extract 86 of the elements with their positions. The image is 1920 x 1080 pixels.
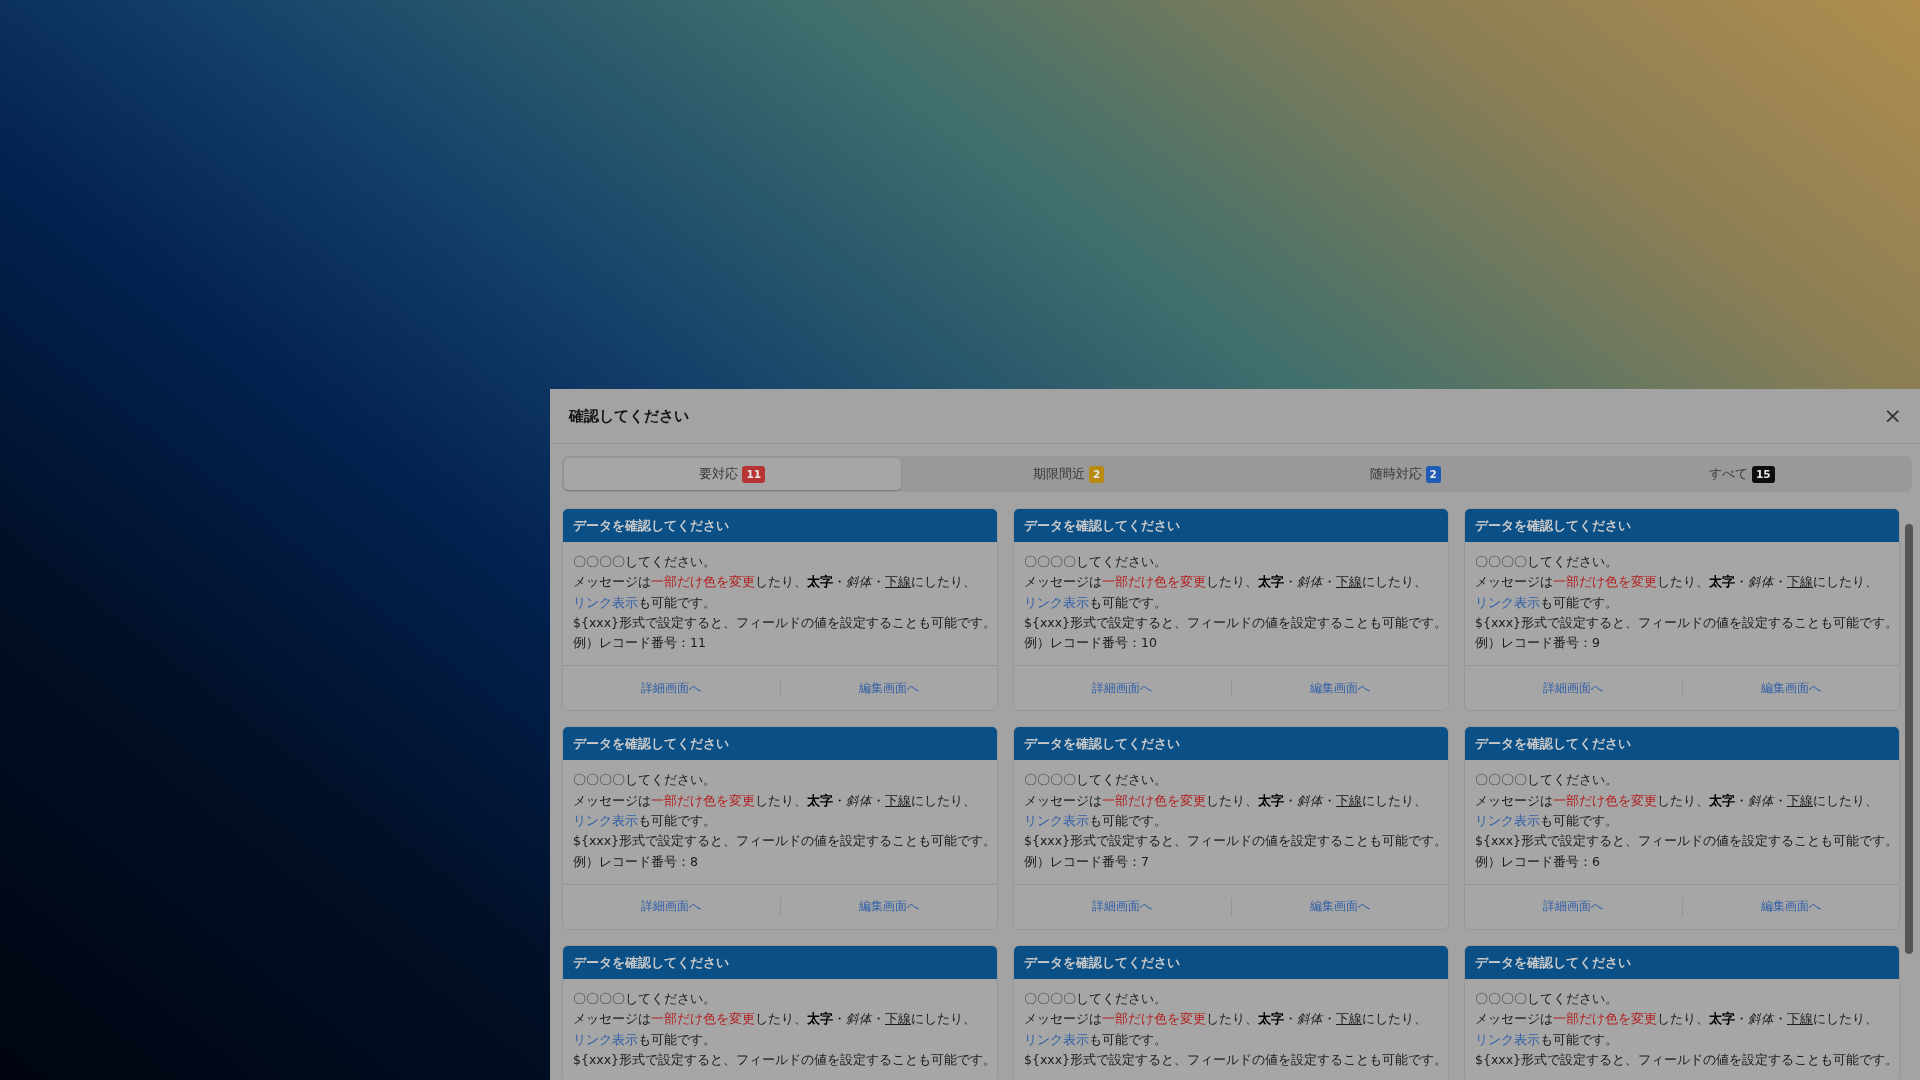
card-header: データを確認してください — [1465, 945, 1899, 979]
tab[interactable]: 期限間近 2 — [900, 458, 1237, 490]
message-text: メッセージは一部だけ色を変更 したり、太字・斜体・下線にしたり、 — [1024, 573, 1427, 592]
message-text: メッセージは一部だけ色を変更 したり、太字・斜体・下線にしたり、 — [1024, 791, 1427, 810]
message-text: メッセージは一部だけ色を変更 したり、太字・斜体・下線にしたり、 — [573, 573, 976, 592]
message-text: メッセージは一部だけ色を変更 したり、太字・斜体・下線にしたり、 — [573, 1010, 976, 1029]
screen-link[interactable]: 詳細画面へ — [641, 898, 702, 916]
message-link[interactable]: リンク表示 — [1475, 594, 1540, 610]
count-badge: 11 — [742, 465, 766, 483]
message-text: ${xxx}形式で設定すると、フィールドの値を設定することも可能です。 — [573, 613, 997, 632]
tab[interactable]: 随時対応 2 — [1237, 458, 1574, 490]
screen-link[interactable]: 詳細画面へ — [1543, 680, 1604, 697]
message-link[interactable]: リンク表示 — [1024, 813, 1089, 829]
message-link[interactable]: リンク表示 — [1024, 594, 1089, 610]
message-text: 例）レコード番号：6 — [1475, 852, 1600, 871]
message-link[interactable]: リンク表示 — [573, 813, 638, 829]
message-text: リンク表示も可能です。 — [1024, 812, 1167, 831]
message-text: リンク表示も可能です。 — [1475, 1030, 1618, 1049]
message-text: ${xxx}形式で設定すると、フィールドの値を設定することも可能です。 — [1024, 613, 1448, 632]
card-header: データを確認してください — [1465, 509, 1899, 542]
message-text: メッセージは一部だけ色を変更 したり、太字・斜体・下線にしたり、 — [1475, 791, 1878, 810]
message-link[interactable]: リンク表示 — [573, 594, 638, 610]
screen-link[interactable]: 編集画面へ — [1760, 898, 1821, 916]
message-text: リンク表示も可能です。 — [1475, 593, 1618, 612]
card-header: データを確認してください — [563, 509, 997, 542]
count-badge: 2 — [1425, 465, 1441, 483]
message-text: 〇〇〇〇してください。 — [1024, 553, 1167, 571]
screen-link[interactable]: 編集画面へ — [1309, 680, 1370, 697]
message-text: メッセージは一部だけ色を変更 したり、太字・斜体・下線にしたり、 — [573, 791, 976, 810]
tab-label: 要対応 — [699, 465, 739, 483]
message-text: 〇〇〇〇してください。 — [1024, 989, 1167, 1008]
screen-link[interactable]: 編集画面へ — [858, 898, 919, 916]
message-text: リンク表示も可能です。 — [1024, 593, 1167, 612]
message-text: 〇〇〇〇してください。 — [573, 989, 716, 1008]
screen-link[interactable]: 編集画面へ — [858, 680, 919, 697]
message-link[interactable]: リンク表示 — [573, 1031, 638, 1047]
count-badge: 2 — [1089, 465, 1105, 483]
tab[interactable]: すべて 15 — [1573, 458, 1910, 490]
message-text: メッセージは一部だけ色を変更 したり、太字・斜体・下線にしたり、 — [1475, 1010, 1878, 1029]
card-header: データを確認してください — [563, 945, 997, 979]
message-text: 例）レコード番号：8 — [573, 852, 698, 871]
tab-label: 随時対応 — [1369, 465, 1422, 483]
message-text: 例）レコード番号：10 — [1024, 634, 1157, 653]
screen-link[interactable]: 編集画面へ — [1309, 898, 1370, 916]
screen-link[interactable]: 詳細画面へ — [1092, 680, 1153, 697]
message-text: ${xxx}形式で設定すると、フィールドの値を設定することも可能です。 — [1475, 1050, 1899, 1069]
message-link[interactable]: リンク表示 — [1475, 1031, 1540, 1047]
message-text: リンク表示も可能です。 — [573, 593, 716, 612]
tab-label: すべて — [1708, 465, 1748, 483]
screen-link[interactable]: 編集画面へ — [1760, 680, 1821, 697]
message-text: リンク表示も可能です。 — [573, 812, 716, 831]
message-text: 例）レコード番号：9 — [1475, 634, 1600, 653]
message-link[interactable]: リンク表示 — [1024, 1031, 1089, 1047]
message-text: 〇〇〇〇してください。 — [1475, 771, 1618, 790]
message-text: 〇〇〇〇してください。 — [573, 771, 716, 790]
message-text: メッセージは一部だけ色を変更 したり、太字・斜体・下線にしたり、 — [1024, 1010, 1427, 1029]
message-link[interactable]: リンク表示 — [1475, 813, 1540, 829]
screen-link[interactable]: 詳細画面へ — [641, 680, 702, 697]
card-header: データを確認してください — [1014, 945, 1448, 979]
card-header: データを確認してください — [1014, 727, 1448, 761]
tab[interactable]: 要対応 11 — [564, 458, 901, 490]
card-header: データを確認してください — [563, 727, 997, 761]
close-button[interactable]: × — [1879, 405, 1906, 427]
message-text: ${xxx}形式で設定すると、フィールドの値を設定することも可能です。 — [573, 1050, 997, 1069]
message-text: ${xxx}形式で設定すると、フィールドの値を設定することも可能です。 — [1024, 1050, 1448, 1069]
message-text: ${xxx}形式で設定すると、フィールドの値を設定することも可能です。 — [1475, 613, 1899, 632]
message-text: ${xxx}形式で設定すると、フィールドの値を設定することも可能です。 — [1024, 832, 1448, 851]
message-text: 〇〇〇〇してください。 — [1475, 553, 1618, 571]
message-text: 〇〇〇〇してください。 — [1475, 989, 1618, 1008]
message-text: リンク表示も可能です。 — [1024, 1030, 1167, 1049]
count-badge: 15 — [1751, 465, 1775, 483]
message-text: リンク表示も可能です。 — [573, 1030, 716, 1049]
screen-link[interactable]: 詳細画面へ — [1092, 898, 1153, 916]
tab-label: 期限間近 — [1033, 465, 1086, 483]
message-text: ${xxx}形式で設定すると、フィールドの値を設定することも可能です。 — [573, 832, 997, 851]
message-text: ${xxx}形式で設定すると、フィールドの値を設定することも可能です。 — [1475, 832, 1899, 851]
screen-link[interactable]: 詳細画面へ — [1543, 898, 1604, 916]
card-header: データを確認してください — [1465, 727, 1899, 761]
message-text: メッセージは一部だけ色を変更 したり、太字・斜体・下線にしたり、 — [1475, 573, 1878, 592]
message-text: 例）レコード番号：11 — [573, 634, 706, 653]
message-text: リンク表示も可能です。 — [1475, 812, 1618, 831]
message-text: 〇〇〇〇してください。 — [1024, 771, 1167, 790]
card-header: データを確認してください — [1014, 509, 1448, 542]
dialog-title: 確認してください — [569, 406, 689, 426]
message-text: 〇〇〇〇してください。 — [573, 553, 716, 571]
message-text: 例）レコード番号：7 — [1024, 852, 1149, 871]
